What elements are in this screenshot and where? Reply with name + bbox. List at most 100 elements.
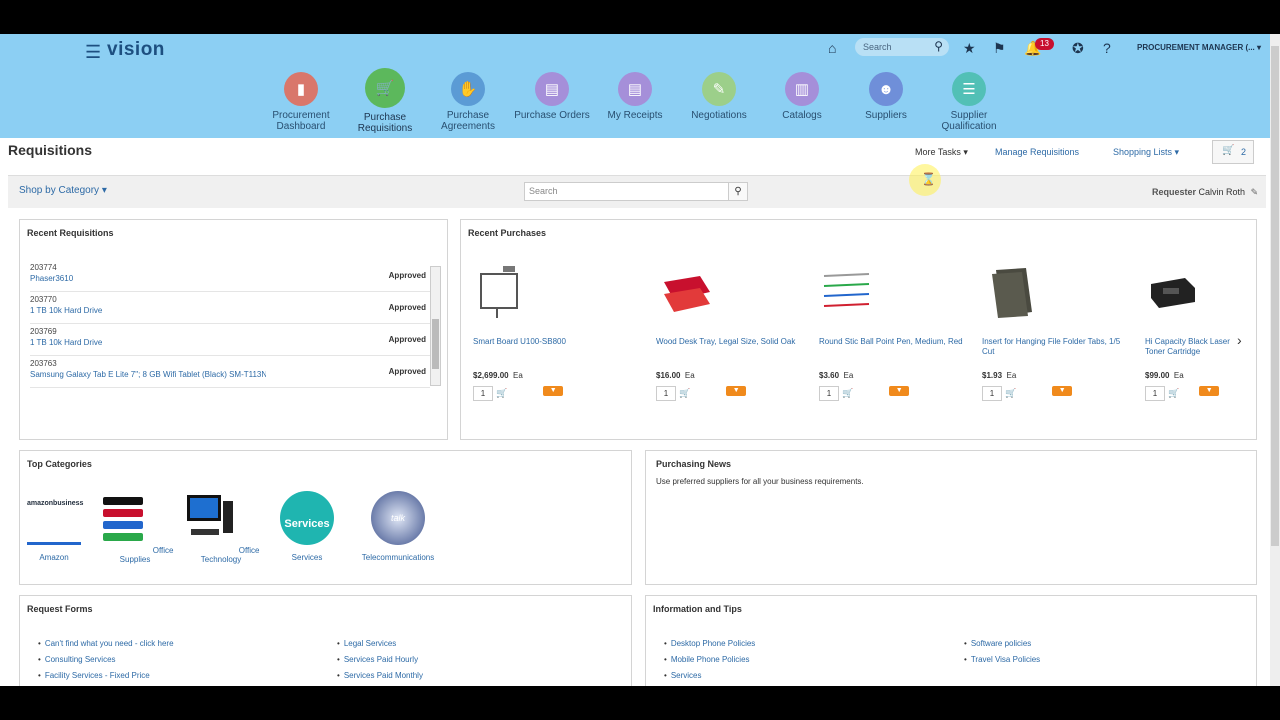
product-uom: Ea [513, 371, 523, 380]
requisition-number: 203770 [30, 295, 57, 304]
product-name-link[interactable]: Round Stic Ball Point Pen, Medium, Red [819, 337, 969, 367]
chevron-right-icon[interactable]: › [1237, 332, 1242, 348]
product-name-link[interactable]: Insert for Hanging File Folder Tabs, 1/5… [982, 337, 1132, 367]
list-scrollbar[interactable] [430, 266, 441, 386]
requester-value: Calvin Roth [1198, 187, 1246, 197]
category-services[interactable]: Services Services [262, 491, 352, 562]
requisition-link[interactable]: 1 TB 10k Hard Drive [30, 306, 266, 315]
hamburger-menu-icon[interactable]: ☰ [85, 42, 101, 63]
receipt-icon: ▤ [618, 72, 652, 106]
category-amazon[interactable]: amazonbusiness Amazon [9, 491, 99, 562]
options-dropdown-button[interactable]: ▼ [889, 386, 910, 396]
nav-my-receipts[interactable]: ▤ My Receipts [595, 72, 675, 121]
nav-supplier-qualification[interactable]: ☰ Supplier Qualification [929, 72, 1009, 132]
category-telecommunications[interactable]: talk Telecommunications [353, 491, 443, 562]
shopping-lists-menu[interactable]: Shopping Lists ▾ [1113, 147, 1179, 158]
request-form-link[interactable]: Legal Services [337, 639, 396, 648]
info-link[interactable]: Mobile Phone Policies [664, 655, 750, 664]
list-item[interactable]: 203770 1 TB 10k Hard Drive Approved [30, 291, 430, 324]
product-name-link[interactable]: Hi Capacity Black Laser Toner Cartridge [1145, 337, 1240, 367]
manage-requisitions-link[interactable]: Manage Requisitions [995, 147, 1079, 157]
list-item[interactable]: 203774 Phaser3610 Approved [30, 259, 430, 292]
nav-catalogs[interactable]: ▥ Catalogs [762, 72, 842, 121]
nav-label: Purchase Orders [514, 110, 590, 121]
request-form-link[interactable]: Facility Services - Fixed Price [38, 671, 150, 680]
product-name-link[interactable]: Wood Desk Tray, Legal Size, Solid Oak [656, 337, 806, 367]
quantity-input[interactable]: 1 [473, 386, 493, 401]
product-price: $3.60 [819, 371, 840, 380]
nav-purchase-orders[interactable]: ▤ Purchase Orders [512, 72, 592, 121]
add-to-cart-icon[interactable]: 🛒 [1168, 388, 1179, 398]
nav-purchase-requisitions[interactable]: 🛒 Purchase Requisitions [345, 68, 425, 134]
nav-negotiations[interactable]: ✎ Negotiations [679, 72, 759, 121]
flag-icon[interactable]: ⚑ [993, 40, 1006, 57]
cart-icon: 🛒 [1222, 145, 1235, 156]
panel-title: Top Categories [27, 459, 92, 469]
requisition-toolbar: Shop by Category ▾ Search ⚲ Requester Ca… [8, 175, 1266, 208]
page-scrollbar[interactable] [1270, 34, 1280, 686]
accessibility-icon[interactable]: ✪ [1072, 40, 1084, 57]
add-to-cart-icon[interactable]: 🛒 [1005, 388, 1016, 398]
options-dropdown-button[interactable]: ▼ [1199, 386, 1220, 396]
category-office-technology[interactable]: Office Technology [176, 491, 266, 564]
category-label: Telecommunications [361, 553, 435, 562]
nav-purchase-agreements[interactable]: ✋ Purchase Agreements [428, 72, 508, 132]
info-link[interactable]: Software policies [964, 639, 1031, 648]
services-icon-text: Services [284, 518, 330, 530]
search-icon[interactable]: ⚲ [934, 39, 943, 53]
product-uom: Ea [843, 371, 854, 380]
cart-icon: 🛒 [365, 68, 405, 108]
add-to-cart-icon[interactable]: 🛒 [679, 388, 690, 398]
add-to-cart-icon[interactable]: 🛒 [496, 388, 507, 398]
add-to-cart-icon[interactable]: 🛒 [842, 388, 853, 398]
favorites-star-icon[interactable]: ★ [963, 40, 976, 57]
product-price: $16.00 [656, 371, 681, 380]
nav-procurement-dashboard[interactable]: ▮ Procurement Dashboard [261, 72, 341, 132]
options-dropdown-button[interactable]: ▼ [543, 386, 564, 396]
product-name-link[interactable]: Smart Board U100-SB800 [473, 337, 623, 367]
quantity-input[interactable]: 1 [1145, 386, 1165, 401]
request-form-link[interactable]: Services Paid Monthly [337, 671, 423, 680]
user-menu[interactable]: PROCUREMENT MANAGER (... ▾ [1137, 43, 1261, 52]
request-form-link[interactable]: Services Paid Hourly [337, 655, 418, 664]
hourglass-icon: ⌛ [921, 172, 936, 186]
options-dropdown-button[interactable]: ▼ [726, 386, 747, 396]
catalog-search-input[interactable]: Search [524, 182, 730, 201]
shop-by-category-menu[interactable]: Shop by Category ▾ [19, 185, 107, 196]
nav-label: Negotiations [691, 110, 747, 121]
panel-title: Recent Purchases [468, 228, 547, 238]
more-tasks-menu[interactable]: More Tasks ▾ [915, 147, 968, 158]
shop-by-category-label: Shop by Category [19, 185, 100, 196]
edit-pencil-icon[interactable]: ✎ [1251, 187, 1259, 197]
negotiation-icon: ✎ [702, 72, 736, 106]
vision-logo[interactable]: vision [107, 39, 165, 61]
global-search-input[interactable]: Search ⚲ [855, 38, 949, 56]
quantity-input[interactable]: 1 [656, 386, 676, 401]
request-form-link[interactable]: Can't find what you need - click here [38, 639, 174, 648]
shopping-cart-button[interactable]: 🛒 2 [1212, 140, 1254, 164]
search-icon[interactable]: ⚲ [728, 182, 748, 201]
info-link[interactable]: Travel Visa Policies [964, 655, 1040, 664]
requisition-link[interactable]: 1 TB 10k Hard Drive [30, 338, 266, 347]
requisition-link[interactable]: Phaser3610 [30, 274, 266, 283]
list-item[interactable]: 203769 1 TB 10k Hard Drive Approved [30, 323, 430, 356]
requisition-link[interactable]: Samsung Galaxy Tab E Lite 7"; 8 GB Wifi … [30, 370, 266, 379]
computer-image [186, 495, 233, 535]
scrollbar-thumb[interactable] [432, 319, 439, 369]
help-icon[interactable]: ? [1103, 40, 1111, 56]
list-item[interactable]: 203763 Samsung Galaxy Tab E Lite 7"; 8 G… [30, 355, 430, 388]
status-badge: Approved [388, 335, 426, 344]
quantity-input[interactable]: 1 [982, 386, 1002, 401]
quantity-input[interactable]: 1 [819, 386, 839, 401]
options-dropdown-button[interactable]: ▼ [1052, 386, 1073, 396]
info-link[interactable]: Services [664, 671, 702, 680]
home-icon[interactable]: ⌂ [828, 40, 836, 56]
amazon-logo-text: amazonbusiness [27, 500, 84, 507]
nav-suppliers[interactable]: ☻ Suppliers [846, 72, 926, 121]
request-form-link[interactable]: Consulting Services [38, 655, 116, 664]
info-link[interactable]: Desktop Phone Policies [664, 639, 756, 648]
category-office-supplies[interactable]: Office Supplies [90, 491, 180, 564]
panel-title: Recent Requisitions [27, 228, 114, 238]
page-scrollbar-thumb[interactable] [1271, 46, 1279, 546]
status-badge: Approved [388, 303, 426, 312]
